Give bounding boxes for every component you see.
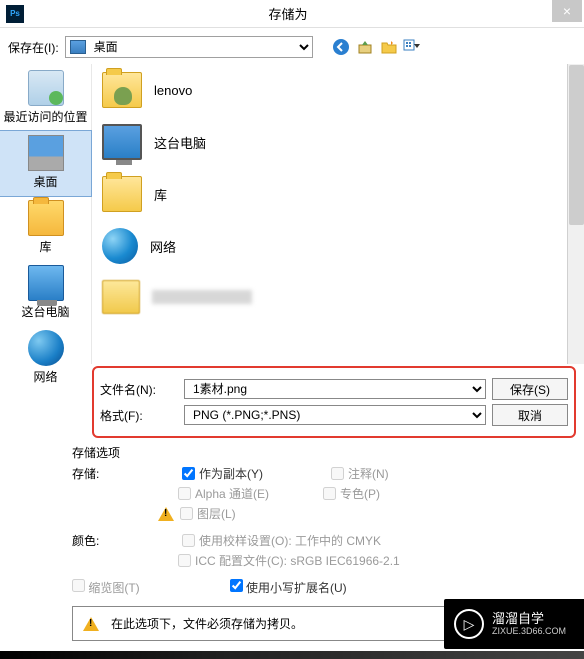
alpha-checkbox xyxy=(178,487,191,500)
close-button[interactable]: × xyxy=(552,0,582,22)
view-menu-icon[interactable] xyxy=(403,37,423,57)
warning-icon xyxy=(83,617,99,631)
color-label: 颜色: xyxy=(72,532,178,549)
filename-label: 文件名(N): xyxy=(100,381,178,398)
watermark: ▷ 溜溜自学 ZIXUE.3D66.COM xyxy=(444,599,584,649)
sidebar-item-desktop[interactable]: 桌面 xyxy=(0,130,92,197)
notes-label: 注释(N) xyxy=(348,465,389,482)
proof-label: 使用校样设置(O): 工作中的 CMYK xyxy=(199,532,381,549)
thumbnail-label: 缩览图(T) xyxy=(88,581,139,595)
alpha-label: Alpha 通道(E) xyxy=(195,485,269,502)
proof-checkbox xyxy=(182,534,195,547)
format-label: 格式(F): xyxy=(100,407,178,424)
list-item[interactable]: 这台电脑 xyxy=(92,116,584,168)
lowercase-ext-label: 使用小写扩展名(U) xyxy=(246,581,347,595)
sidebar-item-label: 库 xyxy=(39,238,51,255)
notes-checkbox xyxy=(331,467,344,480)
as-copy-checkbox[interactable] xyxy=(182,467,195,480)
desktop-icon xyxy=(28,135,64,171)
thumbnail-checkbox xyxy=(72,579,85,592)
filename-input[interactable]: 1素材.png xyxy=(184,379,486,399)
file-name: lenovo xyxy=(154,83,192,98)
dialog-title: 存储为 xyxy=(24,4,552,23)
file-name: 网络 xyxy=(150,237,176,256)
file-list[interactable]: lenovo 这台电脑 库 网络 xyxy=(92,64,584,364)
user-folder-icon xyxy=(102,72,142,108)
sidebar-item-label: 网络 xyxy=(33,368,57,385)
sidebar-item-label: 桌面 xyxy=(33,173,57,190)
ps-icon: Ps xyxy=(6,5,24,23)
up-one-level-icon[interactable] xyxy=(355,37,375,57)
list-item[interactable] xyxy=(92,272,584,322)
desktop-icon xyxy=(70,40,86,54)
as-copy-label: 作为副本(Y) xyxy=(199,465,263,482)
bottom-strip xyxy=(0,651,584,659)
cancel-button[interactable]: 取消 xyxy=(492,404,568,426)
layers-checkbox xyxy=(180,507,193,520)
options-header: 存储选项 xyxy=(72,444,570,461)
sidebar-item-this-pc[interactable]: 这台电脑 xyxy=(0,261,91,326)
sidebar-item-network[interactable]: 网络 xyxy=(0,326,91,391)
sidebar-item-recent[interactable]: 最近访问的位置 xyxy=(0,66,91,131)
sidebar-item-libraries[interactable]: 库 xyxy=(0,196,91,261)
this-pc-icon xyxy=(28,265,64,301)
warning-text: 在此选项下，文件必须存储为拷贝。 xyxy=(111,615,303,632)
file-icon xyxy=(102,280,140,314)
back-icon[interactable] xyxy=(331,37,351,57)
list-item[interactable]: lenovo xyxy=(92,64,584,116)
icc-checkbox xyxy=(178,554,191,567)
network-icon xyxy=(28,330,64,366)
new-folder-icon[interactable] xyxy=(379,37,399,57)
spot-label: 专色(P) xyxy=(340,485,380,502)
libraries-icon xyxy=(102,176,142,212)
spot-checkbox xyxy=(323,487,336,500)
list-item[interactable]: 网络 xyxy=(92,220,584,272)
icc-label: ICC 配置文件(C): sRGB IEC61966-2.1 xyxy=(195,552,400,569)
layers-label: 图层(L) xyxy=(197,505,236,522)
list-item[interactable]: 库 xyxy=(92,168,584,220)
highlighted-section: 文件名(N): 1素材.png 保存(S) 格式(F): PNG (*.PNG;… xyxy=(92,366,576,438)
recent-places-icon xyxy=(28,70,64,106)
play-icon: ▷ xyxy=(454,609,484,639)
location-dropdown[interactable]: 桌面 xyxy=(65,36,313,58)
file-name-blurred xyxy=(152,290,252,304)
format-select[interactable]: PNG (*.PNG;*.PNS) xyxy=(184,405,486,425)
lowercase-ext-checkbox[interactable] xyxy=(230,579,243,592)
file-name: 这台电脑 xyxy=(154,133,206,152)
watermark-url: ZIXUE.3D66.COM xyxy=(492,626,566,637)
save-in-label: 保存在(I): xyxy=(8,39,59,56)
libraries-icon xyxy=(28,200,64,236)
file-name: 库 xyxy=(154,185,167,204)
places-sidebar: 最近访问的位置 桌面 库 这台电脑 网络 xyxy=(0,64,92,364)
network-icon xyxy=(102,228,138,264)
scrollbar[interactable] xyxy=(567,64,584,364)
watermark-brand: 溜溜自学 xyxy=(492,611,566,627)
sidebar-item-label: 最近访问的位置 xyxy=(3,108,87,125)
location-select[interactable]: 桌面 xyxy=(90,38,312,56)
save-button[interactable]: 保存(S) xyxy=(492,378,568,400)
store-label: 存储: xyxy=(72,465,178,482)
this-pc-icon xyxy=(102,124,142,160)
warning-icon xyxy=(158,507,174,521)
